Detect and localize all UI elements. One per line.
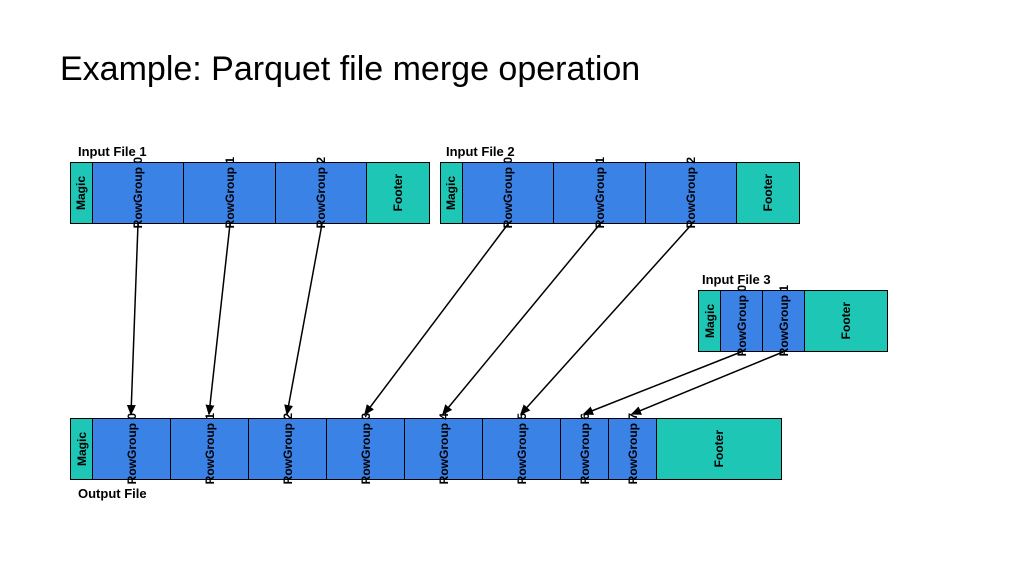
output-file-label: Output File bbox=[78, 486, 147, 501]
footer-block: Footer bbox=[737, 163, 799, 223]
rowgroup-block: RowGroup 0 bbox=[93, 163, 184, 223]
rowgroup-block: RowGroup 0 bbox=[463, 163, 554, 223]
rowgroup-block: RowGroup 1 bbox=[171, 419, 249, 479]
rowgroup-block: RowGroup 0 bbox=[721, 291, 763, 351]
rowgroup-block: RowGroup 2 bbox=[276, 163, 367, 223]
footer-block: Footer bbox=[805, 291, 887, 351]
rowgroup-block: RowGroup 5 bbox=[483, 419, 561, 479]
footer-block: Footer bbox=[657, 419, 781, 479]
footer-block: Footer bbox=[367, 163, 429, 223]
rowgroup-block: RowGroup 7 bbox=[609, 419, 657, 479]
magic-block: Magic bbox=[699, 291, 721, 351]
rowgroup-block: RowGroup 0 bbox=[93, 419, 171, 479]
rowgroup-block: RowGroup 1 bbox=[763, 291, 805, 351]
rowgroup-block: RowGroup 1 bbox=[554, 163, 645, 223]
page-title: Example: Parquet file merge operation bbox=[60, 50, 640, 89]
rowgroup-block: RowGroup 3 bbox=[327, 419, 405, 479]
output-file: Magic RowGroup 0 RowGroup 1 RowGroup 2 R… bbox=[70, 418, 782, 480]
rowgroup-block: RowGroup 2 bbox=[249, 419, 327, 479]
magic-block: Magic bbox=[71, 419, 93, 479]
input-file-3: Magic RowGroup 0 RowGroup 1 Footer bbox=[698, 290, 888, 352]
input-file-2: Magic RowGroup 0 RowGroup 1 RowGroup 2 F… bbox=[440, 162, 800, 224]
rowgroup-block: RowGroup 2 bbox=[646, 163, 737, 223]
magic-block: Magic bbox=[71, 163, 93, 223]
rowgroup-block: RowGroup 1 bbox=[184, 163, 275, 223]
magic-block: Magic bbox=[441, 163, 463, 223]
rowgroup-block: RowGroup 6 bbox=[561, 419, 609, 479]
input-file-1: Magic RowGroup 0 RowGroup 1 RowGroup 2 F… bbox=[70, 162, 430, 224]
rowgroup-block: RowGroup 4 bbox=[405, 419, 483, 479]
